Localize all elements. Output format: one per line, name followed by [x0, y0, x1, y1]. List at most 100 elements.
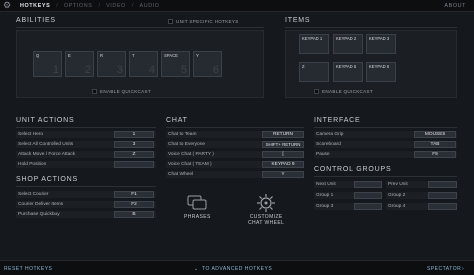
tab-hotkeys[interactable]: HOTKEYS	[14, 3, 56, 9]
divider	[314, 127, 457, 128]
divider	[16, 127, 156, 128]
checkbox[interactable]	[92, 89, 97, 94]
abilities-quickcast-toggle[interactable]: ENABLE QUICKCAST	[92, 89, 151, 94]
hotkey-row-select-courier[interactable]: Select Courier F1	[16, 191, 156, 198]
hotkey-label: Chat to Everyone	[168, 142, 206, 147]
phrases-button[interactable]: PHRASES	[184, 195, 211, 220]
hotkey-row-prev-unit[interactable]: Prev Unit	[386, 181, 457, 188]
hotkey-binding[interactable]: F9	[414, 151, 456, 158]
hotkey-binding[interactable]: F2	[114, 201, 154, 208]
gear-icon[interactable]: ⚙	[0, 0, 14, 12]
divider	[16, 186, 156, 187]
hotkey-row-group-4[interactable]: Group 4	[386, 203, 457, 210]
item-slot-1[interactable]: KEYPAD 1	[299, 34, 329, 54]
hotkey-row-select-all-units[interactable]: Select All Controlled Units 3	[16, 141, 156, 148]
hotkey-row-purchase-quickbuy[interactable]: Purchase Quickbuy B	[16, 211, 156, 218]
hotkey-row-chat-wheel[interactable]: Chat Wheel Y	[166, 171, 304, 178]
checkbox[interactable]	[168, 19, 173, 24]
hotkey-row-group-1[interactable]: Group 1	[314, 192, 382, 199]
item-key-label: KEYPAD 1	[302, 36, 323, 41]
hotkey-binding[interactable]: Y	[262, 171, 304, 178]
spectator-link[interactable]: SPECTATOR	[427, 266, 461, 272]
ability-slot-4[interactable]: T 4	[129, 51, 158, 77]
hotkey-binding[interactable]	[354, 203, 382, 210]
hotkey-row-scoreboard[interactable]: Scoreboard TAB	[314, 141, 457, 148]
chevron-right-icon[interactable]: ›	[462, 266, 464, 272]
hotkey-row-chat-everyone[interactable]: Chat to Everyone SHIFT+ RETURN	[166, 141, 304, 148]
tab-audio[interactable]: AUDIO	[134, 3, 166, 9]
hotkey-binding[interactable]: MOUSE5	[414, 131, 456, 138]
ability-slot-3[interactable]: R 3	[97, 51, 126, 77]
hotkey-binding[interactable]: SHIFT+ RETURN	[262, 141, 304, 148]
hotkey-row-attack-move[interactable]: Attack Move / Force Attack Z	[16, 151, 156, 158]
item-slot-5[interactable]: KEYPAD 5	[333, 62, 363, 82]
tab-video[interactable]: VIDEO	[100, 3, 132, 9]
phrases-label: PHRASES	[184, 214, 211, 220]
hotkey-row-chat-team[interactable]: Chat to Team RETURN	[166, 131, 304, 138]
hotkey-label: Prev Unit	[388, 182, 408, 187]
hotkey-binding[interactable]: TAB	[414, 141, 456, 148]
hotkey-binding[interactable]	[428, 181, 457, 188]
hotkey-binding[interactable]: 3	[114, 141, 154, 148]
item-slot-2[interactable]: KEYPAD 2	[333, 34, 363, 54]
item-slot-6[interactable]: KEYPAD 6	[366, 62, 396, 82]
customize-chat-wheel-button[interactable]: CUSTOMIZE CHAT WHEEL	[248, 193, 284, 226]
about-link[interactable]: ABOUT	[444, 3, 466, 9]
unit-specific-hotkeys-toggle[interactable]: UNIT SPECIFIC HOTKEYS	[168, 19, 239, 24]
hotkey-binding[interactable]	[428, 203, 457, 210]
hotkey-row-hold-position[interactable]: Hold Position	[16, 161, 156, 168]
hotkey-row-voice-team[interactable]: Voice Chat ( TEAM ) KEYPAD 9	[166, 161, 304, 168]
hotkey-binding[interactable]: Z	[114, 151, 154, 158]
hotkey-row-courier-deliver[interactable]: Courier Deliver Items F2	[16, 201, 156, 208]
hotkey-binding[interactable]: KEYPAD 9	[262, 161, 304, 168]
unit-specific-label: UNIT SPECIFIC HOTKEYS	[176, 19, 239, 24]
item-key-label: KEYPAD 6	[369, 64, 390, 69]
ability-slot-2[interactable]: E 2	[65, 51, 94, 77]
quickcast-label: ENABLE QUICKCAST	[100, 89, 152, 94]
bottom-bar: RESET HOTKEYS ⌄ TO ADVANCED HOTKEYS SPEC…	[0, 260, 474, 275]
ability-slot-number: 1	[52, 64, 59, 76]
items-title: ITEMS	[285, 17, 311, 24]
item-slot-4[interactable]: Z	[299, 62, 329, 82]
hotkey-row-group-2[interactable]: Group 2	[386, 192, 457, 199]
hotkey-row-pause[interactable]: Pause F9	[314, 151, 457, 158]
control-groups-title: CONTROL GROUPS	[314, 166, 392, 173]
hotkey-binding[interactable]: B	[114, 211, 154, 218]
hotkey-binding[interactable]	[428, 192, 457, 199]
interface-title: INTERFACE	[314, 117, 361, 124]
item-slot-3[interactable]: KEYPAD 3	[366, 34, 396, 54]
items-quickcast-toggle[interactable]: ENABLE QUICKCAST	[314, 89, 373, 94]
hotkey-row-group-3[interactable]: Group 3	[314, 203, 382, 210]
hotkey-row-select-hero[interactable]: Select Hero 1	[16, 131, 156, 138]
chevron-down-icon[interactable]: ⌄	[194, 266, 199, 272]
tab-options[interactable]: OPTIONS	[58, 3, 98, 9]
hotkey-binding[interactable]: RETURN	[262, 131, 304, 138]
hotkey-binding[interactable]	[114, 161, 154, 168]
item-key-label: KEYPAD 5	[336, 64, 357, 69]
ability-key-label: SPACE	[164, 53, 178, 58]
hotkey-label: Select Hero	[18, 132, 44, 137]
hotkey-label: Camera Grip	[316, 132, 344, 137]
ability-key-label: T	[132, 53, 135, 58]
hotkey-binding[interactable]	[354, 181, 382, 188]
hotkey-label: Next Unit	[316, 182, 336, 187]
ability-slot-6[interactable]: Y 6	[193, 51, 222, 77]
divider	[166, 127, 304, 128]
advanced-hotkeys-link[interactable]: TO ADVANCED HOTKEYS	[202, 266, 272, 272]
hotkey-label: Group 2	[388, 193, 406, 198]
hotkey-binding[interactable]: 1	[114, 131, 154, 138]
ability-slot-number: 4	[148, 64, 155, 76]
ability-slot-5[interactable]: SPACE 5	[161, 51, 190, 77]
chat-wheel-label: CHAT WHEEL	[248, 220, 285, 226]
hotkey-label: Hold Position	[18, 162, 47, 167]
ability-slot-1[interactable]: Q 1	[33, 51, 62, 77]
hotkey-binding[interactable]: [	[262, 151, 304, 158]
hotkey-binding[interactable]	[354, 192, 382, 199]
shop-actions-title: SHOP ACTIONS	[16, 176, 78, 183]
hotkey-row-camera-grip[interactable]: Camera Grip MOUSE5	[314, 131, 457, 138]
hotkey-row-next-unit[interactable]: Next Unit	[314, 181, 382, 188]
hotkey-binding[interactable]: F1	[114, 191, 154, 198]
checkbox[interactable]	[314, 89, 319, 94]
reset-hotkeys-button[interactable]: RESET HOTKEYS	[4, 266, 52, 272]
hotkey-row-voice-party[interactable]: Voice Chat ( PARTY ) [	[166, 151, 304, 158]
